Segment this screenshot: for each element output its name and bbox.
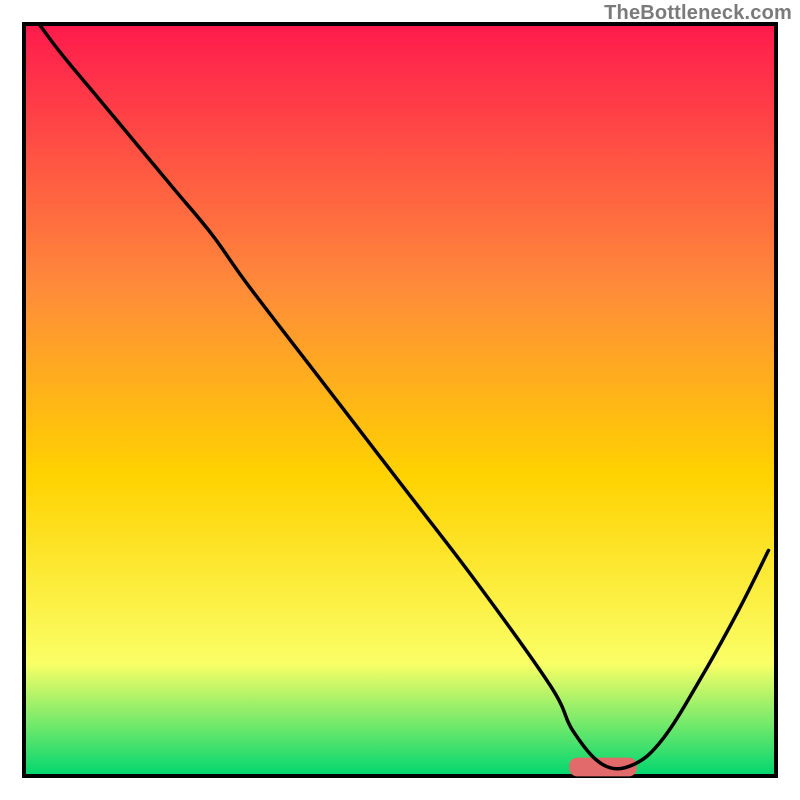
chart-container: { "branding": { "watermark": "TheBottlen…	[0, 0, 800, 800]
bottleneck-chart	[0, 0, 800, 800]
plot-background	[24, 24, 776, 776]
watermark-text: TheBottleneck.com	[604, 2, 792, 25]
